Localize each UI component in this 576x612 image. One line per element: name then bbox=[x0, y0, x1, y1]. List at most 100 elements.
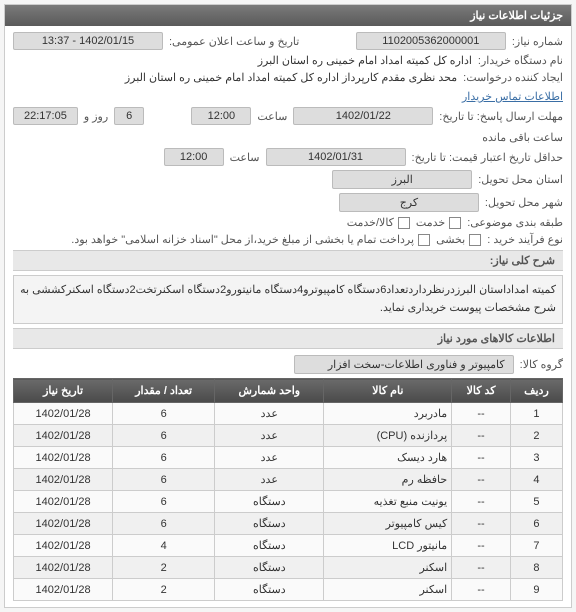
city-value: کرج bbox=[339, 193, 479, 212]
deadline-date: 1402/01/22 bbox=[293, 107, 433, 125]
cell-unit: عدد bbox=[215, 447, 324, 469]
contact-link[interactable]: اطلاعات تماس خریدار bbox=[462, 90, 563, 103]
cell-unit: دستگاه bbox=[215, 535, 324, 557]
buyer-label: نام دستگاه خریدار: bbox=[478, 54, 563, 67]
cell-idx: 2 bbox=[510, 425, 562, 447]
class-service-checkbox[interactable] bbox=[449, 217, 461, 229]
cell-name: مادربرد bbox=[324, 403, 452, 425]
cell-qty: 6 bbox=[113, 403, 215, 425]
items-section-title: اطلاعات کالاهای مورد نیاز bbox=[13, 328, 563, 349]
table-header-row: ردیف کد کالا نام کالا واحد شمارش تعداد /… bbox=[14, 379, 563, 403]
cell-qty: 6 bbox=[113, 447, 215, 469]
cell-date: 1402/01/28 bbox=[14, 557, 113, 579]
panel-body: شماره نیاز: 1102005362000001 تاریخ و ساع… bbox=[5, 26, 571, 607]
cell-qty: 2 bbox=[113, 557, 215, 579]
items-table: ردیف کد کالا نام کالا واحد شمارش تعداد /… bbox=[13, 378, 563, 601]
cell-idx: 8 bbox=[510, 557, 562, 579]
cell-idx: 5 bbox=[510, 491, 562, 513]
cell-qty: 6 bbox=[113, 425, 215, 447]
cell-date: 1402/01/28 bbox=[14, 447, 113, 469]
process-label: نوع فرآیند خرید : bbox=[487, 233, 563, 246]
buyer-value: اداره کل کمیته امداد امام خمینی ره استان… bbox=[258, 54, 472, 67]
cell-idx: 4 bbox=[510, 469, 562, 491]
days-label: روز و bbox=[84, 110, 108, 123]
class-product-label: کالا/خدمت bbox=[347, 216, 394, 229]
table-row[interactable]: 8--اسکنردستگاه21402/01/28 bbox=[14, 557, 563, 579]
requester-value: محد نظری مقدم کارپرداز اداره کل کمیته ام… bbox=[125, 71, 457, 84]
th-idx: ردیف bbox=[510, 379, 562, 403]
cell-name: اسکنر bbox=[324, 579, 452, 601]
table-row[interactable]: 2--پردازنده (CPU)عدد61402/01/28 bbox=[14, 425, 563, 447]
cell-idx: 7 bbox=[510, 535, 562, 557]
cell-date: 1402/01/28 bbox=[14, 403, 113, 425]
cell-unit: دستگاه bbox=[215, 579, 324, 601]
deadline-time: 12:00 bbox=[191, 107, 251, 125]
details-panel: جزئیات اطلاعات نیاز شماره نیاز: 11020053… bbox=[4, 4, 572, 608]
province-value: البرز bbox=[332, 170, 472, 189]
min-valid-label: حداقل تاریخ اعتبار قیمت: تا تاریخ: bbox=[412, 151, 563, 164]
cell-date: 1402/01/28 bbox=[14, 535, 113, 557]
cell-code: -- bbox=[452, 403, 511, 425]
cell-date: 1402/01/28 bbox=[14, 491, 113, 513]
cell-date: 1402/01/28 bbox=[14, 425, 113, 447]
cell-unit: عدد bbox=[215, 425, 324, 447]
cell-date: 1402/01/28 bbox=[14, 513, 113, 535]
need-no-label: شماره نیاز: bbox=[512, 35, 563, 48]
table-row[interactable]: 3--هارد دیسکعدد61402/01/28 bbox=[14, 447, 563, 469]
cell-code: -- bbox=[452, 513, 511, 535]
cell-unit: عدد bbox=[215, 469, 324, 491]
table-row[interactable]: 1--مادربردعدد61402/01/28 bbox=[14, 403, 563, 425]
group-label: گروه کالا: bbox=[520, 358, 563, 371]
panel-title: جزئیات اطلاعات نیاز bbox=[5, 5, 571, 26]
cell-name: اسکنر bbox=[324, 557, 452, 579]
process-part-label: بخشی bbox=[436, 233, 465, 246]
table-row[interactable]: 9--اسکنردستگاه21402/01/28 bbox=[14, 579, 563, 601]
cell-code: -- bbox=[452, 425, 511, 447]
cell-name: کیس کامپیوتر bbox=[324, 513, 452, 535]
cell-code: -- bbox=[452, 469, 511, 491]
cell-code: -- bbox=[452, 535, 511, 557]
cell-code: -- bbox=[452, 491, 511, 513]
cell-date: 1402/01/28 bbox=[14, 469, 113, 491]
cell-name: یونیت منبع تغذیه bbox=[324, 491, 452, 513]
table-row[interactable]: 6--کیس کامپیوتردستگاه61402/01/28 bbox=[14, 513, 563, 535]
need-no-value: 1102005362000001 bbox=[356, 32, 506, 50]
table-row[interactable]: 5--یونیت منبع تغذیهدستگاه61402/01/28 bbox=[14, 491, 563, 513]
pub-datetime-label: تاریخ و ساعت اعلان عمومی: bbox=[169, 35, 299, 48]
cell-code: -- bbox=[452, 447, 511, 469]
process-part-checkbox[interactable] bbox=[469, 234, 481, 246]
group-value[interactable]: کامپیوتر و فناوری اطلاعات-سخت افزار bbox=[294, 355, 514, 374]
cell-name: هارد دیسک bbox=[324, 447, 452, 469]
table-row[interactable]: 4--حافظه رمعدد61402/01/28 bbox=[14, 469, 563, 491]
cell-qty: 6 bbox=[113, 491, 215, 513]
process-note-checkbox[interactable] bbox=[418, 234, 430, 246]
class-service-label: خدمت bbox=[416, 216, 445, 229]
class-product-checkbox[interactable] bbox=[398, 217, 410, 229]
min-valid-time-label: ساعت bbox=[230, 151, 260, 164]
remain-label: ساعت باقی مانده bbox=[482, 131, 563, 144]
th-code: کد کالا bbox=[452, 379, 511, 403]
cell-unit: دستگاه bbox=[215, 557, 324, 579]
cell-name: پردازنده (CPU) bbox=[324, 425, 452, 447]
cell-unit: دستگاه bbox=[215, 491, 324, 513]
deadline-time-label: ساعت bbox=[257, 110, 287, 123]
cell-name: حافظه رم bbox=[324, 469, 452, 491]
cell-idx: 3 bbox=[510, 447, 562, 469]
overview-text: کمیته امداداستان البرزدرنظرداردتعداد6دست… bbox=[13, 275, 563, 324]
days-value: 6 bbox=[114, 107, 144, 125]
overview-title: شرح کلی نیاز: bbox=[13, 250, 563, 271]
th-qty: تعداد / مقدار bbox=[113, 379, 215, 403]
cell-unit: عدد bbox=[215, 403, 324, 425]
th-date: تاریخ نیاز bbox=[14, 379, 113, 403]
cell-name: مانیتور LCD bbox=[324, 535, 452, 557]
process-note: پرداخت تمام یا بخشی از مبلغ خرید،از محل … bbox=[71, 233, 414, 246]
cell-qty: 4 bbox=[113, 535, 215, 557]
table-row[interactable]: 7--مانیتور LCDدستگاه41402/01/28 bbox=[14, 535, 563, 557]
pub-datetime-value: 1402/01/15 - 13:37 bbox=[13, 32, 163, 50]
province-label: استان محل تحویل: bbox=[478, 173, 563, 186]
th-unit: واحد شمارش bbox=[215, 379, 324, 403]
class-label: طبقه بندی موضوعی: bbox=[467, 216, 563, 229]
cell-date: 1402/01/28 bbox=[14, 579, 113, 601]
city-label: شهر محل تحویل: bbox=[485, 196, 563, 209]
min-valid-time: 12:00 bbox=[164, 148, 224, 166]
